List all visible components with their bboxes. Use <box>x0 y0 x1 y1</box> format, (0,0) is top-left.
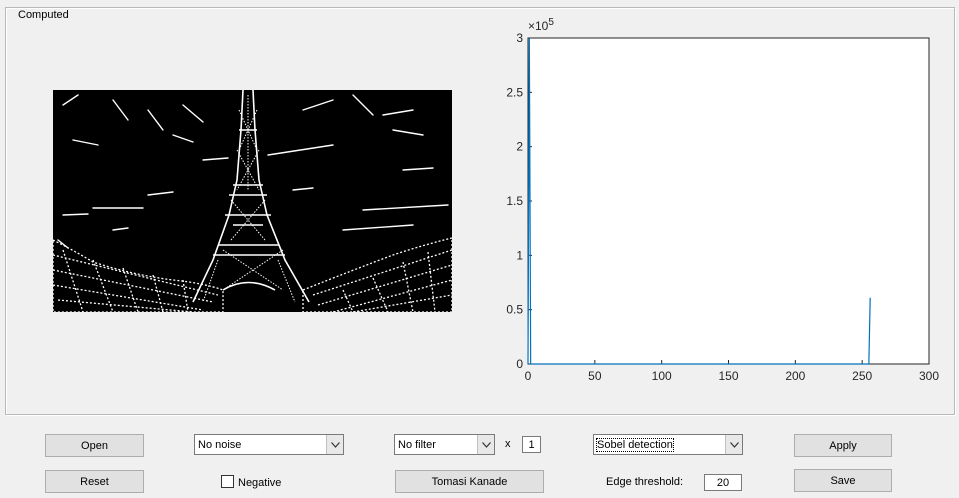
y-tick-label: 3 <box>516 31 523 45</box>
noise-select[interactable]: No noise <box>194 434 344 455</box>
y-tick-label: 0 <box>516 357 523 371</box>
reset-button[interactable]: Reset <box>45 470 144 493</box>
y-tick-label: 1 <box>516 248 523 262</box>
filter-count-input[interactable]: 1 <box>522 436 541 453</box>
y-exponent: ×105 <box>528 17 554 33</box>
x-tick-label: 100 <box>652 369 672 383</box>
x-tick-label: 150 <box>718 369 738 383</box>
x-tick-label: 200 <box>785 369 805 383</box>
apply-button[interactable]: Apply <box>794 434 892 457</box>
x-tick-label: 250 <box>852 369 872 383</box>
x-tick-label: 50 <box>588 369 602 383</box>
detection-select-value: Sobel detection <box>596 437 674 452</box>
noise-select-value: No noise <box>198 438 242 451</box>
panel-title: Computed <box>15 9 72 21</box>
x-tick-label: 300 <box>919 369 939 383</box>
edge-threshold-label: Edge threshold: <box>606 476 684 488</box>
save-button[interactable]: Save <box>794 469 892 492</box>
times-label: x <box>505 438 511 450</box>
tomasi-kanade-button[interactable]: Tomasi Kanade <box>395 470 544 493</box>
y-tick-label: 0.5 <box>506 303 523 317</box>
y-tick-label: 2 <box>516 140 523 154</box>
chevron-down-icon[interactable] <box>725 435 742 454</box>
detection-select[interactable]: Sobel detection <box>593 434 743 455</box>
negative-checkbox[interactable] <box>221 475 234 488</box>
filter-select-value: No filter <box>398 438 436 451</box>
x-tick-label: 0 <box>525 369 532 383</box>
y-tick-label: 1.5 <box>506 194 523 208</box>
histogram-chart: 0 0.5 1 1.5 2 2.5 3 0 50 100 150 200 250 300 ×105 <box>506 17 939 383</box>
filter-select[interactable]: No filter <box>394 434 495 455</box>
plot-area <box>527 37 930 365</box>
open-button[interactable]: Open <box>45 434 144 457</box>
eiffel-edge-image <box>53 90 452 312</box>
edge-map-image <box>53 90 452 312</box>
negative-label: Negative <box>238 477 282 489</box>
chevron-down-icon[interactable] <box>477 435 494 454</box>
edge-threshold-input[interactable]: 20 <box>704 474 742 491</box>
y-tick-label: 2.5 <box>506 85 523 99</box>
chevron-down-icon[interactable] <box>326 435 343 454</box>
